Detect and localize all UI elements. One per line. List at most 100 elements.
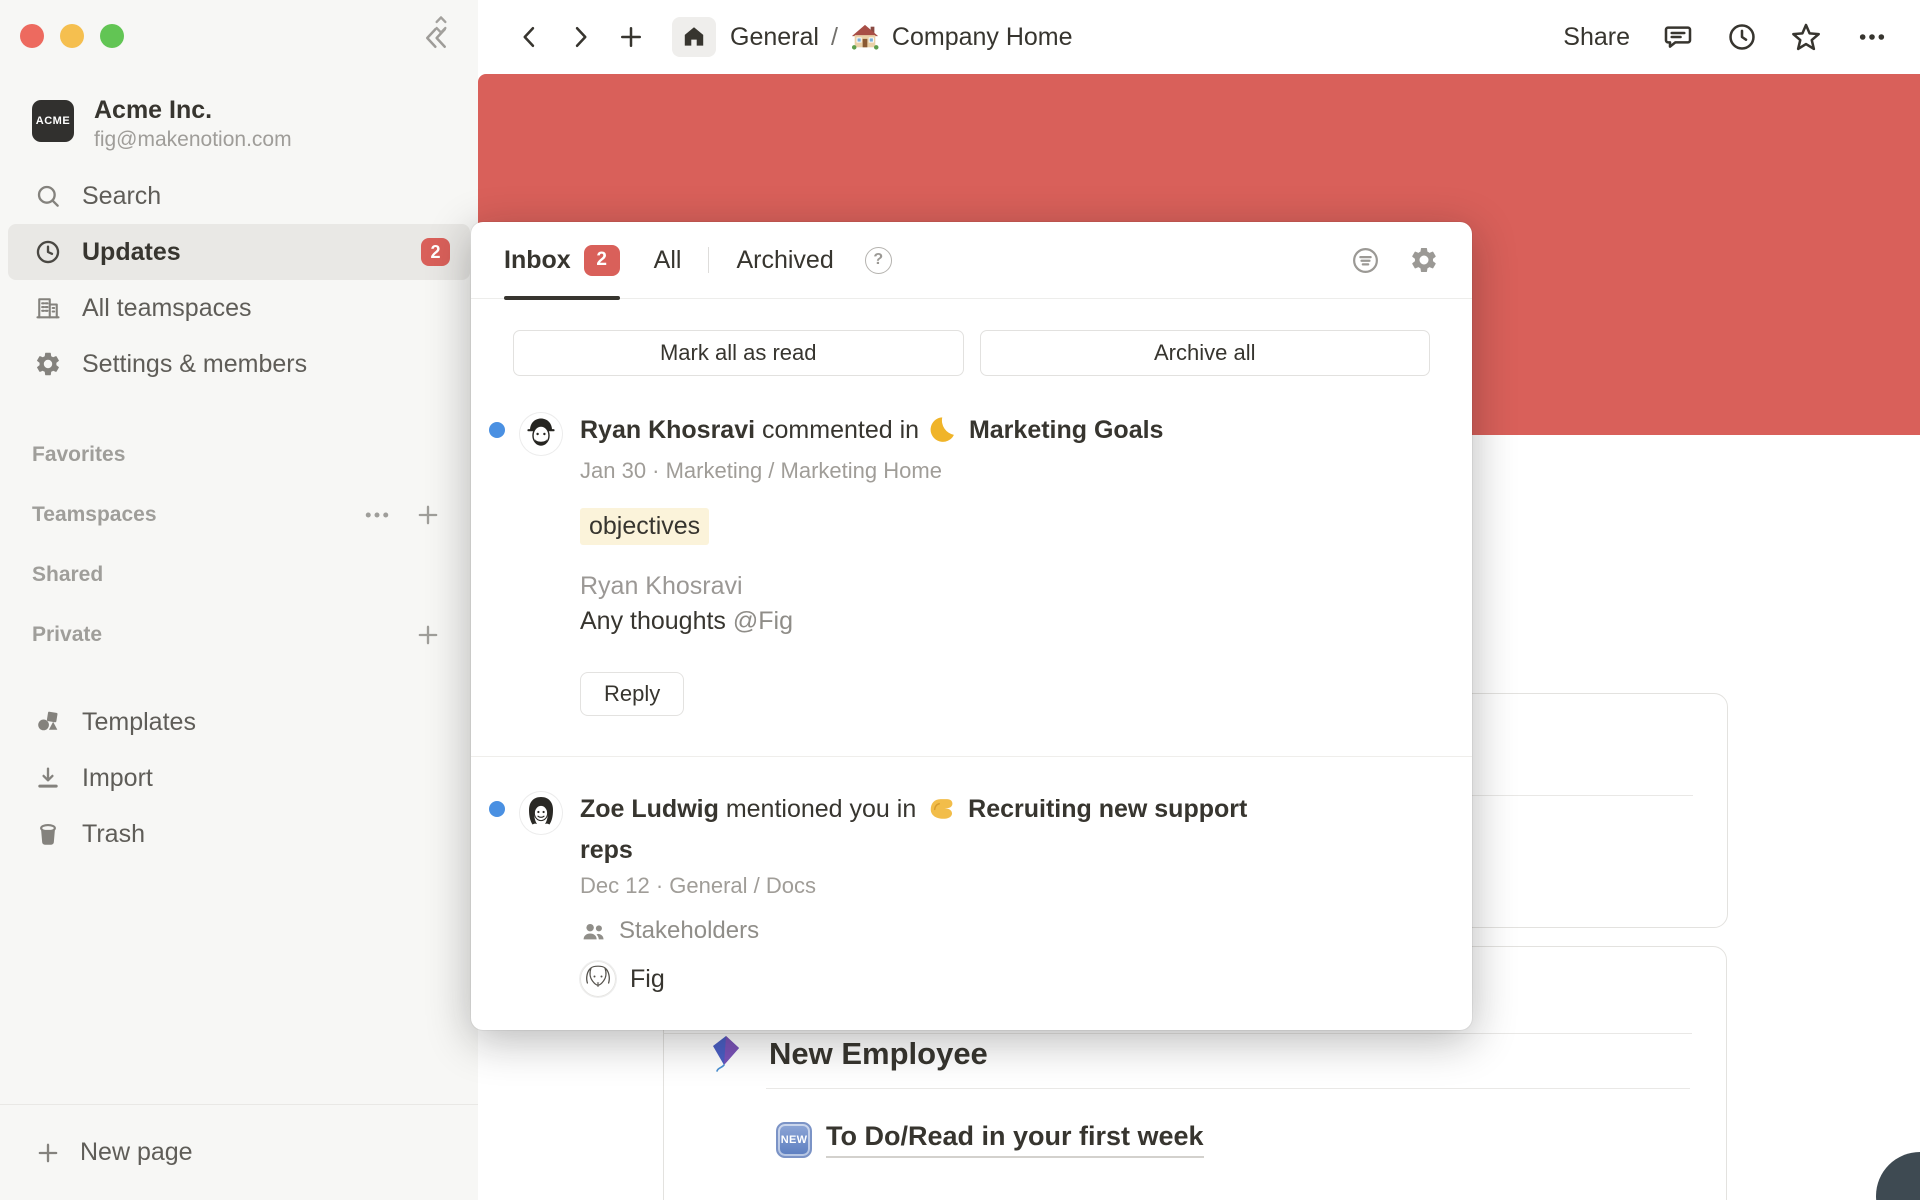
trash-icon xyxy=(34,820,62,848)
help-button[interactable] xyxy=(1876,1152,1920,1200)
sidebar-item-label: Updates xyxy=(82,238,181,267)
minimize-window-button[interactable] xyxy=(60,24,84,48)
notification-item[interactable]: Ryan Khosravi commented in Marketing Goa… xyxy=(471,412,1472,716)
sidebar: ACME Acme Inc. fig@makenotion.com Search… xyxy=(0,0,478,1200)
todo-page-link[interactable]: To Do/Read in your first week xyxy=(826,1121,1204,1158)
user-mention[interactable]: @Fig xyxy=(733,607,793,635)
add-private-page-icon[interactable] xyxy=(414,621,442,649)
settings-gear-icon[interactable] xyxy=(1409,245,1439,275)
unread-dot xyxy=(489,801,505,817)
team-tag-label: Stakeholders xyxy=(619,917,759,945)
building-icon xyxy=(34,294,62,322)
section-label: Shared xyxy=(32,563,103,587)
updates-popover: Inbox 2 All Archived ? Mark al xyxy=(471,222,1472,1030)
sidebar-sections: Favorites Teamspaces Shared Private xyxy=(32,425,462,665)
breadcrumb-page[interactable]: Company Home xyxy=(892,23,1073,52)
sidebar-tools: Templates Import Trash xyxy=(8,694,470,862)
inbox-count-badge: 2 xyxy=(584,245,620,276)
workspace-switcher[interactable]: ACME Acme Inc. fig@makenotion.com xyxy=(32,96,462,152)
notification-item[interactable]: Zoe Ludwig mentioned you in Recruiting n… xyxy=(471,757,1472,997)
filter-icon[interactable] xyxy=(1350,245,1381,276)
mark-all-read-button[interactable]: Mark all as read xyxy=(513,330,964,376)
fig-avatar xyxy=(580,961,616,997)
teamspace-home-chip[interactable] xyxy=(672,17,716,57)
action-text: mentioned you in xyxy=(726,795,916,823)
topbar: General / Company Home xyxy=(478,0,1920,74)
new-page-label: New page xyxy=(80,1138,193,1167)
sidebar-item-label: All teamspaces xyxy=(82,294,252,323)
sidebar-nav: Search Updates 2 All teamspaces Setting xyxy=(8,168,470,392)
sidebar-item-import[interactable]: Import xyxy=(8,750,470,806)
share-button[interactable]: Share xyxy=(1563,23,1630,52)
help-icon[interactable]: ? xyxy=(865,247,892,274)
tab-all[interactable]: All xyxy=(654,222,682,299)
more-options-icon[interactable] xyxy=(1854,21,1890,53)
sidebar-item-label: Trash xyxy=(82,820,145,849)
breadcrumb: General / Company Home xyxy=(730,22,1073,52)
sidebar-item-templates[interactable]: Templates xyxy=(8,694,470,750)
new-tab-button[interactable] xyxy=(616,22,646,52)
flexed-biceps-emoji-icon xyxy=(927,794,957,832)
section-shared[interactable]: Shared xyxy=(32,545,462,605)
house-emoji-icon xyxy=(850,22,880,52)
zoom-window-button[interactable] xyxy=(100,24,124,48)
comment-author: Ryan Khosravi xyxy=(580,572,1426,601)
breadcrumb-team[interactable]: General xyxy=(730,23,819,52)
templates-shapes-icon xyxy=(34,708,62,736)
mentioned-user-row: Fig xyxy=(580,961,1426,997)
sidebar-item-all-teamspaces[interactable]: All teamspaces xyxy=(8,280,470,336)
workspace-switch-chevrons-icon[interactable] xyxy=(428,10,454,45)
inbox-actions: Mark all as read Archive all xyxy=(513,330,1430,376)
updates-badge: 2 xyxy=(421,238,450,266)
section-favorites[interactable]: Favorites xyxy=(32,425,462,485)
notification-title: Zoe Ludwig mentioned you in Recruiting n… xyxy=(580,791,1270,868)
section-teamspaces[interactable]: Teamspaces xyxy=(32,485,462,545)
unread-dot xyxy=(489,422,505,438)
history-clock-icon[interactable] xyxy=(1726,21,1758,53)
action-text: commented in xyxy=(762,416,919,444)
page-title-link[interactable]: Marketing Goals xyxy=(969,416,1164,444)
sidebar-item-label: Templates xyxy=(82,708,196,737)
archive-all-button[interactable]: Archive all xyxy=(980,330,1431,376)
mentioned-user-name: Fig xyxy=(630,965,665,994)
sidebar-item-search[interactable]: Search xyxy=(8,168,470,224)
plus-icon xyxy=(34,1139,62,1167)
people-icon xyxy=(580,918,607,945)
tab-label: Inbox xyxy=(504,246,571,275)
actor-name: Ryan Khosravi xyxy=(580,416,755,444)
heading-divider xyxy=(766,1088,1690,1089)
download-icon xyxy=(34,764,62,792)
new-page-row[interactable]: New page xyxy=(0,1104,478,1200)
reply-button[interactable]: Reply xyxy=(580,672,684,716)
forward-button[interactable] xyxy=(566,23,594,51)
back-button[interactable] xyxy=(516,23,544,51)
comment-text: Any thoughts xyxy=(580,607,726,635)
inbox-tabs: Inbox 2 All Archived ? xyxy=(471,222,1472,299)
tab-label: Archived xyxy=(736,246,833,275)
favorite-star-icon[interactable] xyxy=(1790,21,1822,53)
notification-list: Ryan Khosravi commented in Marketing Goa… xyxy=(471,412,1472,1030)
kite-emoji-icon xyxy=(709,1035,745,1073)
section-label: Favorites xyxy=(32,443,125,467)
tab-inbox[interactable]: Inbox 2 xyxy=(504,222,620,299)
sidebar-item-settings[interactable]: Settings & members xyxy=(8,336,470,392)
search-icon xyxy=(34,182,62,210)
tab-divider xyxy=(708,247,709,273)
new-button-emoji-icon: NEW xyxy=(776,1122,812,1158)
notification-title: Ryan Khosravi commented in Marketing Goa… xyxy=(580,412,1270,453)
workspace-email: fig@makenotion.com xyxy=(94,128,292,152)
sidebar-item-updates[interactable]: Updates 2 xyxy=(8,224,470,280)
section-label: Teamspaces xyxy=(32,503,157,527)
close-window-button[interactable] xyxy=(20,24,44,48)
add-teamspace-icon[interactable] xyxy=(414,501,442,529)
more-icon[interactable] xyxy=(362,500,392,530)
sidebar-item-label: Search xyxy=(82,182,161,211)
team-tag-row: Stakeholders xyxy=(580,917,1426,945)
section-private[interactable]: Private xyxy=(32,605,462,665)
tab-archived[interactable]: Archived xyxy=(736,222,833,299)
sidebar-item-trash[interactable]: Trash xyxy=(8,806,470,862)
notion-app-window: ACME Acme Inc. fig@makenotion.com Search… xyxy=(0,0,1920,1200)
sidebar-item-label: Settings & members xyxy=(82,350,307,379)
comments-icon[interactable] xyxy=(1662,21,1694,53)
window-controls xyxy=(20,24,124,48)
